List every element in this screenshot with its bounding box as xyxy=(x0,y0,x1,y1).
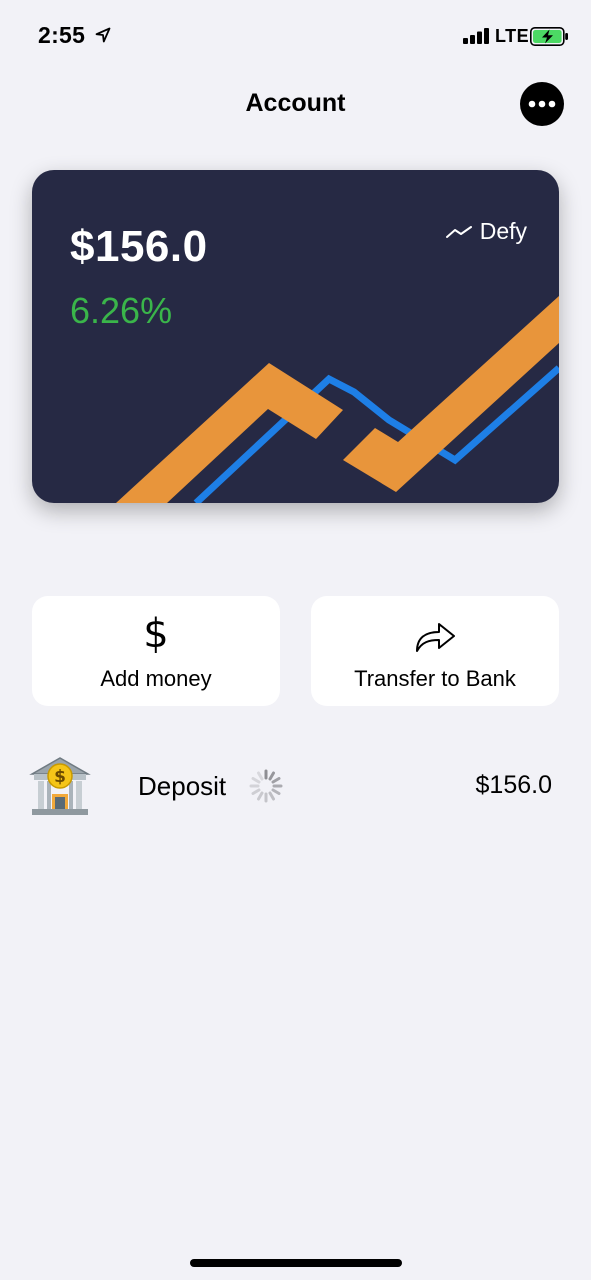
balance-change-percent: 6.26% xyxy=(70,290,173,331)
svg-text:$: $ xyxy=(54,767,66,787)
status-time: 2:55 xyxy=(38,22,86,48)
transfer-label: Transfer to Bank xyxy=(354,666,516,691)
transaction-row[interactable]: $ Deposit $156.0 xyxy=(0,750,591,822)
transaction-label: Deposit xyxy=(138,771,227,801)
share-arrow-icon xyxy=(416,623,455,652)
transfer-to-bank-button[interactable]: Transfer to Bank xyxy=(311,596,559,706)
more-options-button[interactable] xyxy=(520,82,564,126)
brand-label: Defy xyxy=(445,218,527,245)
more-dots-icon xyxy=(528,100,556,108)
account-screen: 2:55 LTE Account $156.0 6.26% Defy $ Add… xyxy=(0,0,591,1280)
cellular-signal-icon xyxy=(463,28,489,44)
balance-card[interactable]: $156.0 6.26% Defy xyxy=(32,170,559,503)
location-arrow-icon xyxy=(95,27,111,43)
battery-charging-icon xyxy=(530,27,568,46)
bank-icon: $ xyxy=(29,757,91,815)
page-title: Account xyxy=(245,89,346,117)
trend-line-icon xyxy=(445,225,472,238)
loading-spinner-icon xyxy=(249,769,283,803)
transaction-amount: $156.0 xyxy=(475,771,552,799)
brand-name: Defy xyxy=(479,218,527,244)
add-money-button[interactable]: $ Add money xyxy=(32,596,280,706)
network-type: LTE xyxy=(495,26,530,46)
home-indicator[interactable] xyxy=(190,1259,402,1267)
dollar-icon: $ xyxy=(143,611,169,657)
add-money-label: Add money xyxy=(100,666,212,691)
balance-amount: $156.0 xyxy=(70,222,208,271)
status-bar: 2:55 LTE xyxy=(0,0,591,70)
